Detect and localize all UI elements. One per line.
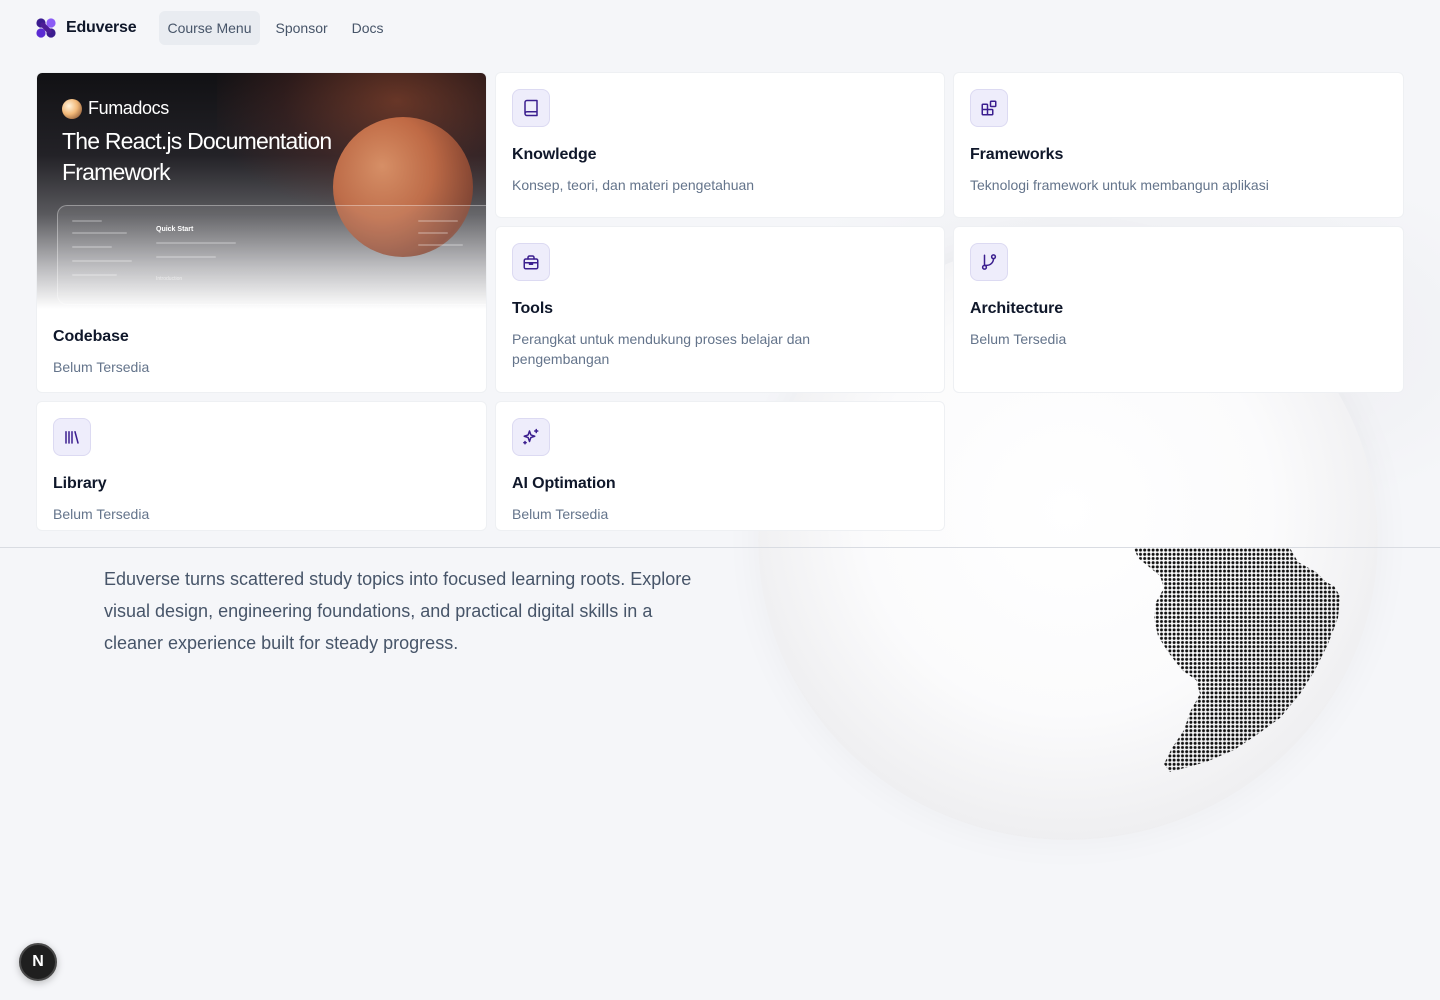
nextjs-devtools-badge[interactable]: N xyxy=(19,943,57,981)
card-library[interactable]: Library Belum Tersedia xyxy=(36,401,487,531)
card-ai-optimation[interactable]: AI Optimation Belum Tersedia xyxy=(495,401,945,531)
card-description: Belum Tersedia xyxy=(53,359,150,375)
nav-sponsor[interactable]: Sponsor xyxy=(268,11,336,45)
brand[interactable]: Eduverse xyxy=(36,18,137,38)
nav-course-menu[interactable]: Course Menu xyxy=(159,11,260,45)
fumadocs-brand: Fumadocs xyxy=(62,98,169,119)
card-title: Codebase xyxy=(53,328,129,345)
card-description: Belum Tersedia xyxy=(970,331,1067,347)
card-knowledge[interactable]: Knowledge Konsep, teori, dan materi peng… xyxy=(495,72,945,218)
fumadocs-logo-icon xyxy=(62,98,82,119)
card-title: AI Optimation xyxy=(512,475,616,492)
card-title: Knowledge xyxy=(512,146,597,163)
eduverse-logo-icon xyxy=(36,18,56,38)
card-architecture[interactable]: Architecture Belum Tersedia xyxy=(953,226,1404,393)
git-branch-icon xyxy=(981,254,997,270)
sparkles-icon xyxy=(523,428,539,445)
toolbox-icon xyxy=(523,255,539,270)
card-description: Belum Tersedia xyxy=(512,506,609,522)
dotted-continent-map xyxy=(1134,548,1340,772)
card-tools[interactable]: Tools Perangkat untuk mendukung proses b… xyxy=(495,226,945,393)
intro-paragraph: Eduverse turns scattered study topics in… xyxy=(104,569,692,653)
preview-docs-mockup: Quick Start Introduction xyxy=(57,205,486,305)
card-title: Library xyxy=(53,475,107,492)
card-description: Teknologi framework untuk membangun apli… xyxy=(970,177,1269,193)
card-title: Tools xyxy=(512,300,553,317)
card-title: Architecture xyxy=(970,300,1064,317)
card-codebase[interactable]: Fumadocs The React.js Documentation Fram… xyxy=(36,72,487,393)
codebase-preview-image: Fumadocs The React.js Documentation Fram… xyxy=(37,73,486,309)
brand-name: Eduverse xyxy=(66,19,137,36)
blocks-icon xyxy=(981,100,997,116)
top-navbar: Eduverse Course Menu Sponsor Docs xyxy=(0,0,1440,56)
card-frameworks[interactable]: Frameworks Teknologi framework untuk mem… xyxy=(953,72,1404,218)
library-icon xyxy=(65,431,79,444)
card-title: Frameworks xyxy=(970,146,1064,163)
card-description: Belum Tersedia xyxy=(53,506,150,522)
nav-docs[interactable]: Docs xyxy=(344,11,392,45)
book-icon xyxy=(524,99,538,117)
card-description: Perangkat untuk mendukung proses belajar… xyxy=(512,331,811,367)
preview-title: The React.js Documentation Framework xyxy=(62,128,332,185)
card-description: Konsep, teori, dan materi pengetahuan xyxy=(512,177,755,193)
